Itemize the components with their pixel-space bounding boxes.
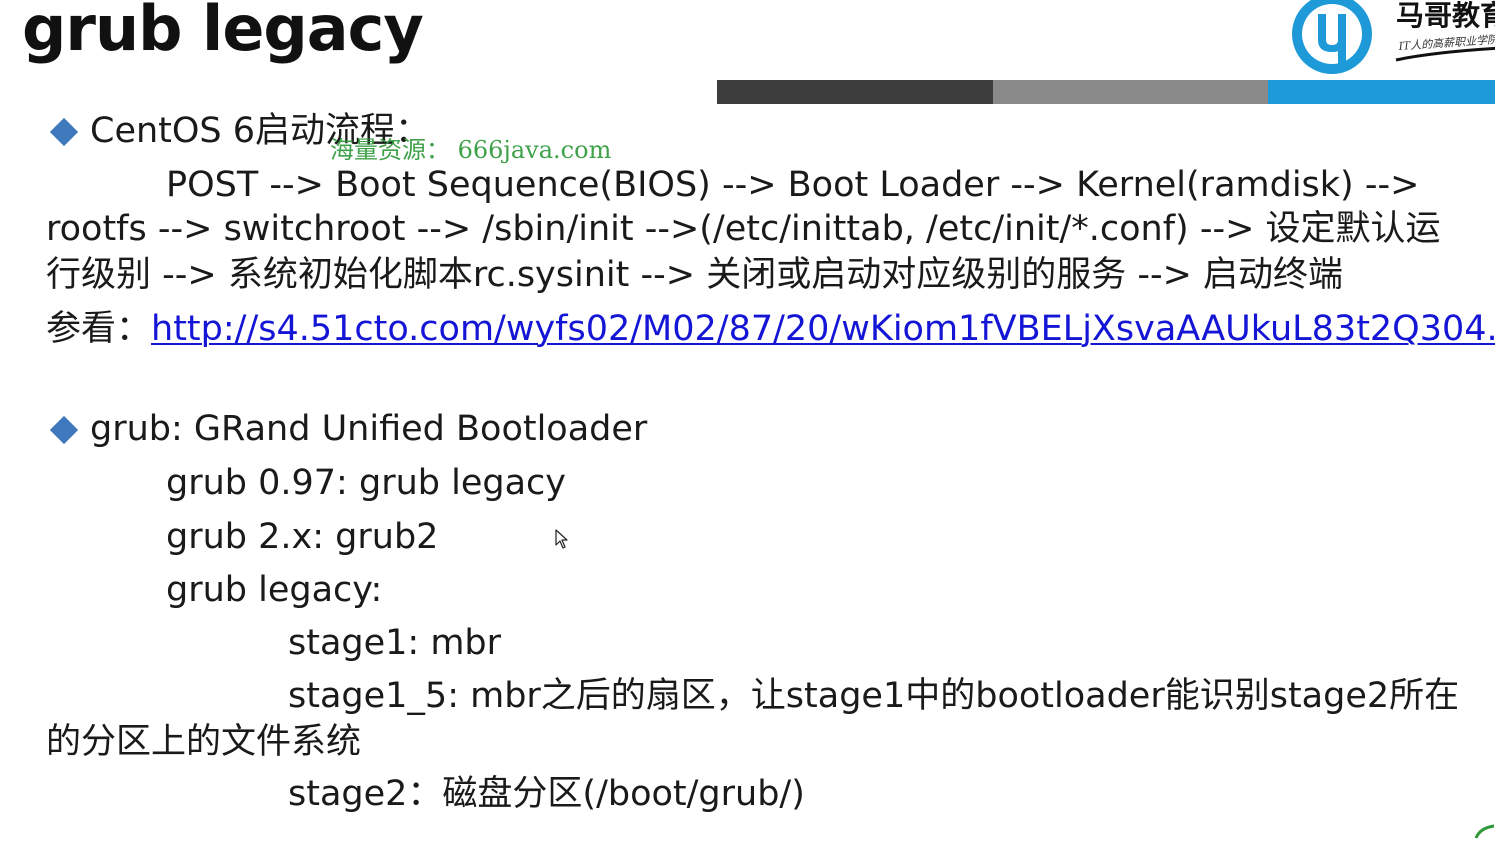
- brand-swoosh: [1395, 46, 1495, 62]
- watermark-text: 海量资源： 666java.com: [330, 136, 612, 164]
- stage1-item: stage1: mbr: [288, 623, 502, 663]
- mouse-pointer-icon: [555, 529, 568, 549]
- grub-version-item: grub 2.x: grub2: [166, 517, 439, 557]
- boot-flow-line-1: POST --> Boot Sequence(BIOS) --> Boot Lo…: [166, 165, 1420, 205]
- header-bar-dark: [717, 80, 993, 104]
- brand-logo-icon: [1292, 0, 1372, 74]
- brand-name: 马哥教育: [1396, 0, 1495, 32]
- header-bar-gray: [993, 80, 1268, 104]
- stage2-item: stage2：磁盘分区(/boot/grub/): [288, 774, 805, 814]
- stage1-5-item: stage1_5: mbr之后的扇区，让stage1中的bootloader能识…: [288, 676, 1460, 716]
- header-bar-blue: [1268, 80, 1495, 104]
- bullet-diamond-icon: [49, 117, 79, 147]
- boot-flow-line-3: 行级别 --> 系统初始化脚本rc.sysinit --> 关闭或启动对应级别的…: [46, 255, 1344, 295]
- grub-version-item: grub 0.97: grub legacy: [166, 463, 566, 503]
- brand-logo: 马哥教育 IT人的高薪职业学院: [1288, 0, 1495, 78]
- reference-link[interactable]: http://s4.51cto.com/wyfs02/M02/87/20/wKi…: [151, 309, 1495, 349]
- slide-title: grub legacy: [22, 0, 424, 65]
- section2-heading: grub: GRand Unified Bootloader: [90, 409, 648, 449]
- bullet-diamond-icon: [49, 415, 79, 445]
- grub-legacy-label: grub legacy:: [166, 570, 383, 610]
- boot-flow-line-2: rootfs --> switchroot --> /sbin/init -->…: [46, 209, 1441, 249]
- reference-row: 参看：http://s4.51cto.com/wyfs02/M02/87/20/…: [46, 312, 1495, 347]
- stage1-5-continuation: 的分区上的文件系统: [46, 722, 362, 762]
- corner-decoration-icon: [1474, 824, 1495, 839]
- reference-label: 参看：: [46, 309, 152, 349]
